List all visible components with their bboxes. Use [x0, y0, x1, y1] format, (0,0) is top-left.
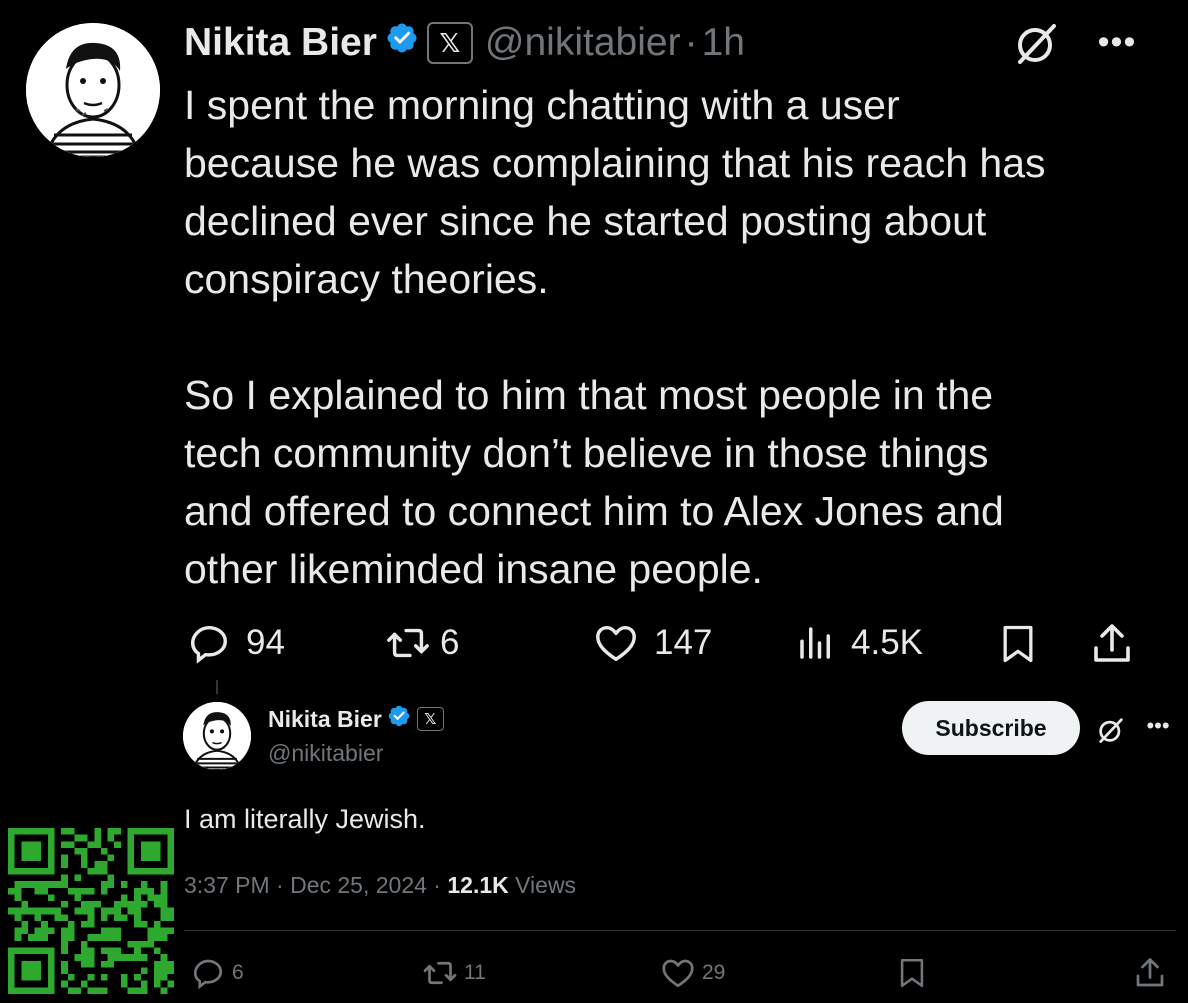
repost-count: 11 — [464, 961, 486, 984]
tweet-header: Nikita Bier 𝕏 @nikitabier · 1h — [184, 18, 745, 68]
like-button[interactable]: 147 — [592, 620, 712, 666]
author-handle[interactable]: @nikitabier — [485, 21, 681, 65]
share-button[interactable] — [1088, 620, 1136, 668]
share-icon — [1136, 958, 1164, 987]
bookmark-button[interactable] — [996, 620, 1040, 668]
separator-dot: · — [684, 21, 698, 64]
like-count: 147 — [654, 623, 713, 662]
views-button[interactable]: 4.5K — [795, 620, 923, 666]
like-button[interactable]: 29 — [660, 955, 725, 991]
avatar-illustration — [26, 23, 160, 157]
repost-count: 6 — [440, 623, 460, 662]
subscribe-button[interactable]: Subscribe — [902, 701, 1080, 755]
reply-icon — [190, 625, 228, 664]
reply-author-avatar[interactable] — [183, 702, 251, 770]
reply-count: 6 — [232, 961, 244, 984]
x-logo-icon: 𝕏 — [426, 22, 473, 64]
reply-button[interactable]: 94 — [186, 620, 285, 666]
verified-badge-icon[interactable] — [387, 704, 411, 734]
timestamp[interactable]: 3:37 PM · Dec 25, 2024 · — [184, 872, 447, 898]
tweet-meta: 3:37 PM · Dec 25, 2024 · 12.1K Views — [184, 872, 576, 899]
share-icon — [1094, 624, 1130, 662]
repost-button[interactable]: 11 — [422, 955, 486, 991]
more-options-button[interactable]: ••• — [1094, 22, 1140, 62]
thread-connector — [216, 680, 218, 694]
verified-badge-icon[interactable] — [385, 21, 419, 65]
views-label: Views — [508, 872, 577, 898]
bookmark-icon — [900, 958, 924, 988]
repost-icon — [423, 961, 457, 985]
like-count: 29 — [702, 961, 726, 984]
bookmark-button[interactable] — [895, 955, 929, 991]
share-button[interactable] — [1132, 955, 1168, 991]
repost-button[interactable]: 6 — [384, 620, 459, 666]
reply-author-handle[interactable]: @nikitabier — [268, 740, 383, 767]
reply-header: Nikita Bier 𝕏 — [268, 704, 444, 734]
reply-button[interactable]: 6 — [190, 955, 244, 991]
grok-icon[interactable] — [1097, 716, 1125, 744]
like-icon — [662, 959, 694, 988]
author-name[interactable]: Nikita Bier — [184, 21, 377, 65]
author-avatar[interactable] — [26, 23, 160, 157]
reply-author-name[interactable]: Nikita Bier — [268, 706, 382, 733]
more-options-button[interactable]: ••• — [1140, 712, 1176, 740]
bookmark-icon — [1003, 625, 1033, 663]
reply-icon — [193, 959, 223, 990]
qr-code — [8, 828, 174, 994]
views-count: 4.5K — [851, 623, 923, 662]
like-icon — [596, 625, 636, 662]
reply-count: 94 — [246, 623, 285, 662]
repost-icon — [387, 628, 429, 658]
divider — [184, 930, 1176, 931]
avatar-illustration — [183, 702, 251, 770]
reply-text: I am literally Jewish. — [184, 804, 426, 834]
x-logo-icon: 𝕏 — [416, 707, 444, 731]
tweet-time[interactable]: 1h — [702, 21, 745, 65]
grok-icon[interactable] — [1014, 20, 1060, 66]
views-total: 12.1K — [447, 872, 509, 898]
tweet-text: I spent the morning chatting with a user… — [184, 82, 1046, 592]
views-icon — [800, 627, 830, 659]
